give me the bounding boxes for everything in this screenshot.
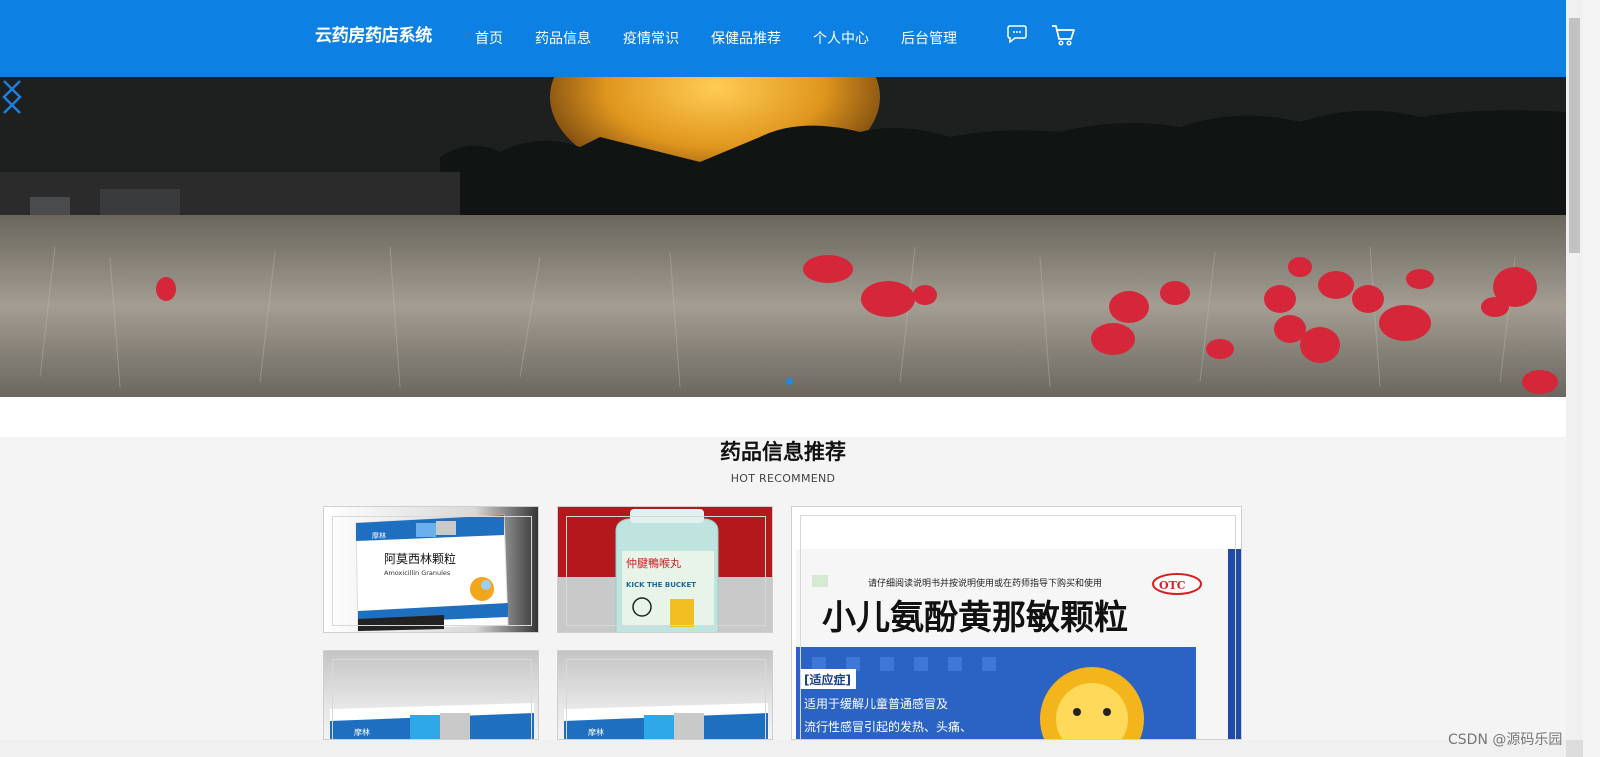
vertical-scrollbar-thumb[interactable] — [1569, 18, 1580, 253]
main-nav: 首页 药品信息 疫情常识 保健品推荐 个人中心 后台管理 — [475, 28, 989, 48]
hero-banner-carousel[interactable] — [0, 77, 1566, 397]
product-card[interactable]: 摩林 阿莫西林颗粒 Amoxicillin Granules — [323, 506, 539, 633]
carousel-next-arrow-icon[interactable] — [0, 77, 24, 117]
scrollbar-corner — [1566, 740, 1583, 757]
card-frame — [332, 516, 532, 626]
watermark: CSDN @源码乐园 — [1448, 732, 1563, 748]
nav-drug-info[interactable]: 药品信息 — [535, 28, 591, 48]
chat-icon[interactable] — [1004, 22, 1030, 48]
card-frame — [800, 515, 1236, 739]
cart-icon[interactable] — [1050, 22, 1076, 48]
product-card-featured[interactable]: 请仔细阅读说明书并按说明使用或在药师指导下购买和使用 OTC 小儿氨酚黄那敏颗粒… — [791, 506, 1242, 740]
banner-image — [0, 77, 1566, 397]
nav-health-products[interactable]: 保健品推荐 — [711, 28, 781, 48]
product-card[interactable]: 仲腱鴨喉丸 KICK THE BUCKET — [557, 506, 773, 633]
section-subtitle: HOT RECOMMEND — [730, 472, 836, 485]
nav-admin[interactable]: 后台管理 — [901, 28, 957, 48]
card-frame — [566, 659, 766, 739]
card-frame — [566, 516, 766, 626]
site-logo[interactable]: 云药房药店系统 — [315, 21, 432, 46]
page: 云药房药店系统 首页 药品信息 疫情常识 保健品推荐 个人中心 后台管理 药品信… — [0, 0, 1566, 740]
carousel-dots — [786, 378, 793, 385]
nav-personal-center[interactable]: 个人中心 — [813, 28, 869, 48]
card-frame — [332, 659, 532, 739]
nav-epidemic-knowledge[interactable]: 疫情常识 — [623, 28, 679, 48]
vertical-scrollbar[interactable] — [1566, 0, 1583, 740]
top-header: 云药房药店系统 首页 药品信息 疫情常识 保健品推荐 个人中心 后台管理 — [0, 0, 1566, 77]
nav-home[interactable]: 首页 — [475, 28, 503, 48]
horizontal-scrollbar[interactable] — [0, 740, 1566, 757]
product-card[interactable]: 摩林 — [557, 650, 773, 740]
section-title: 药品信息推荐 — [720, 440, 846, 464]
carousel-dot[interactable] — [786, 378, 793, 385]
banner-spacer — [0, 397, 1566, 437]
product-card[interactable]: 摩林 — [323, 650, 539, 740]
